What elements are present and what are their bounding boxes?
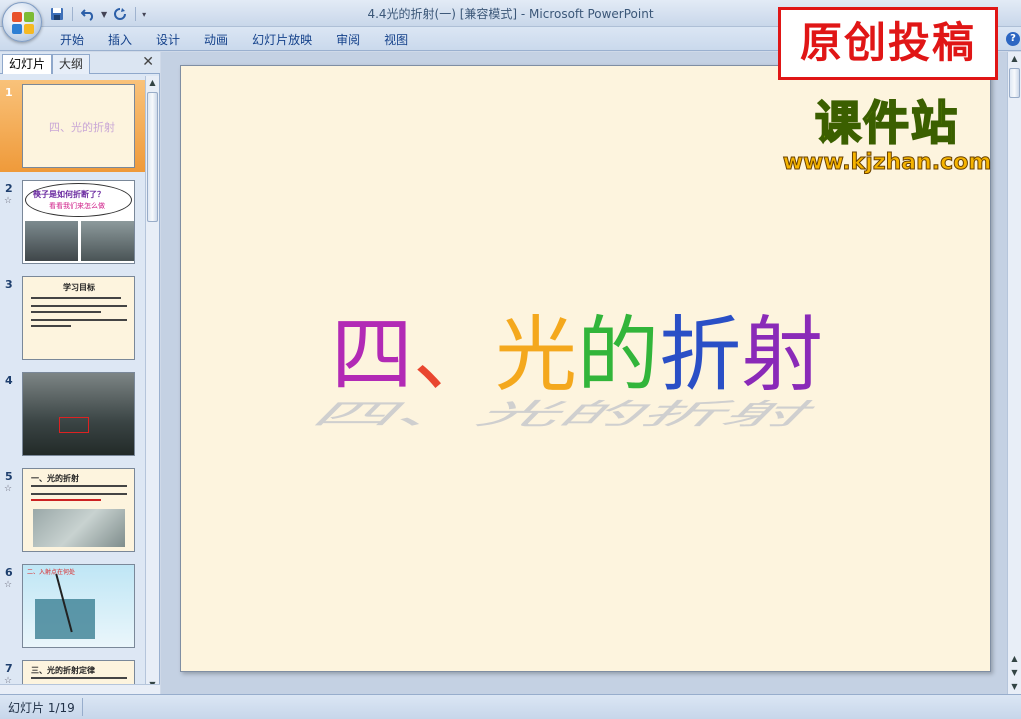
tab-review[interactable]: 审阅 (324, 31, 372, 49)
tab-view[interactable]: 视图 (372, 31, 420, 49)
slide-number: 1 (5, 86, 13, 99)
tab-home[interactable]: 开始 (48, 31, 96, 49)
scroll-up-icon[interactable]: ▲ (1008, 52, 1021, 66)
title-char: 、 (413, 308, 496, 403)
tab-outline[interactable]: 大纲 (52, 54, 91, 74)
scroll-thumb[interactable] (1009, 68, 1020, 98)
scroll-up-icon[interactable]: ▲ (146, 76, 159, 90)
slide-number: 7 (5, 662, 13, 675)
slides-pane-tabs: 幻灯片 大纲 ✕ (0, 52, 160, 74)
slide-number: 6 (5, 566, 13, 579)
slide-thumbnail-1[interactable]: 1 四、光的折射 (0, 80, 145, 172)
thumbnail-scrollbar[interactable]: ▲ ▼ (145, 76, 159, 692)
slide-preview (22, 372, 135, 456)
thumbnail-title: 一、光的折射 (31, 474, 79, 483)
slide-preview: 二、入射点在何处 (22, 564, 135, 648)
scroll-down-icon[interactable]: ▼ (1008, 680, 1021, 694)
title-char: 射 (741, 308, 824, 403)
tab-animations[interactable]: 动画 (192, 31, 240, 49)
title-char: 的 (577, 308, 660, 403)
slide-thumbnail-2[interactable]: 2 ☆ 筷子是如何折断了？ 看看我们来怎么做 (0, 176, 145, 268)
office-button[interactable] (2, 2, 42, 42)
thumbnail-subtitle: 看看我们来怎么做 (49, 202, 105, 210)
slide-preview: 学习目标 (22, 276, 135, 360)
slides-pane: 幻灯片 大纲 ✕ 1 四、光的折射 2 ☆ 筷子是如何折断了？ 看看我们来怎么做… (0, 52, 160, 694)
slide-preview: 筷子是如何折断了？ 看看我们来怎么做 (22, 180, 135, 264)
tab-design[interactable]: 设计 (144, 31, 192, 49)
office-logo-icon (12, 12, 34, 34)
thumbnail-title: 筷子是如何折断了？ (33, 190, 105, 199)
title-text: 四、光的折射 (331, 306, 823, 406)
site-url-text: www.kjzhan.com (782, 150, 992, 176)
slide-preview: 四、光的折射 (22, 84, 135, 168)
status-bar: 幻灯片 1/19 (0, 694, 1021, 719)
thumbnail-title: 二、入射点在何处 (27, 569, 76, 576)
slide-scrollbar[interactable]: ▲ ▲ ▼ ▼ (1007, 52, 1021, 694)
thumbnail-title: 四、光的折射 (49, 121, 115, 134)
thumbnail-list: 1 四、光的折射 2 ☆ 筷子是如何折断了？ 看看我们来怎么做 3 学习目标 4… (0, 76, 145, 692)
title-char: 折 (659, 308, 742, 403)
status-divider (82, 698, 83, 716)
site-logo-watermark: 课件站 www.kjzhan.com (772, 95, 1002, 176)
close-icon[interactable]: ✕ (142, 54, 154, 70)
site-logo-text: 课件站 (814, 95, 959, 151)
slide-number: 2 (5, 182, 13, 195)
original-stamp-watermark: 原创投稿 (778, 7, 998, 80)
slide-counter: 幻灯片 1/19 (8, 701, 75, 715)
tab-insert[interactable]: 插入 (96, 31, 144, 49)
slide-thumbnail-3[interactable]: 3 学习目标 (0, 272, 145, 364)
tab-slides[interactable]: 幻灯片 (2, 54, 53, 74)
slide-title[interactable]: 四、光的折射 四、光的折射 (302, 306, 851, 431)
scroll-thumb[interactable] (147, 92, 158, 222)
thumbnail-title: 三、光的折射定律 (31, 666, 95, 675)
slide-thumbnail-6[interactable]: 6 ☆ 二、入射点在何处 (0, 560, 145, 652)
next-slide-icon[interactable]: ▼ (1008, 666, 1021, 680)
slide-thumbnail-4[interactable]: 4 (0, 368, 145, 460)
animation-icon: ☆ (4, 484, 13, 494)
slide-thumbnail-5[interactable]: 5 ☆ 一、光的折射 (0, 464, 145, 556)
help-icon[interactable]: ? (1006, 32, 1020, 46)
slide-preview: 一、光的折射 (22, 468, 135, 552)
title-char: 光 (495, 308, 578, 403)
previous-slide-icon[interactable]: ▲ (1008, 652, 1021, 666)
animation-icon: ☆ (4, 196, 13, 206)
slide-number: 3 (5, 278, 13, 291)
thumbnail-title: 学习目标 (63, 283, 95, 292)
title-char: 四 (331, 308, 414, 403)
slide-number: 4 (5, 374, 13, 387)
tab-slideshow[interactable]: 幻灯片放映 (240, 31, 324, 49)
horizontal-scrollbar[interactable] (0, 684, 160, 694)
animation-icon: ☆ (4, 580, 13, 590)
slide-number: 5 (5, 470, 13, 483)
